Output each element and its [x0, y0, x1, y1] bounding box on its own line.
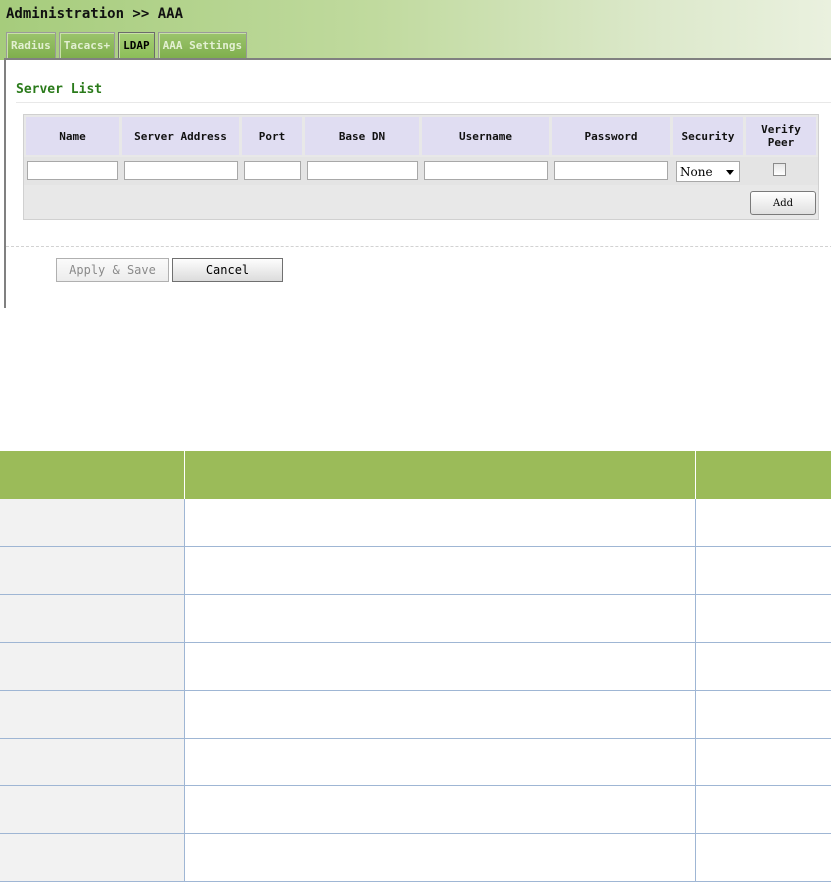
section-divider	[6, 246, 831, 247]
security-select[interactable]: None	[676, 161, 740, 182]
col-header-name: Name	[26, 117, 119, 155]
tab-radius[interactable]: Radius	[6, 32, 56, 58]
table-cell	[184, 690, 696, 739]
new-server-row: None	[24, 157, 818, 185]
breadcrumb: Administration >> AAA	[6, 6, 184, 22]
table-cell	[695, 738, 831, 787]
table-row	[0, 833, 831, 882]
cancel-button[interactable]: Cancel	[172, 258, 283, 282]
page-header: Administration >> AAA Radius Tacacs+ LDA…	[0, 0, 831, 60]
table-cell	[0, 833, 185, 882]
table-row	[0, 690, 831, 739]
security-select-value: None	[680, 164, 713, 179]
table-row	[0, 594, 831, 643]
table-cell	[0, 594, 185, 643]
title-divider	[16, 102, 831, 103]
tab-ldap[interactable]: LDAP	[118, 32, 155, 58]
password-input[interactable]	[554, 161, 668, 180]
table-cell	[184, 499, 696, 548]
tab-tacacs[interactable]: Tacacs+	[58, 32, 116, 58]
table-cell	[184, 642, 696, 691]
table-cell	[0, 546, 185, 596]
chevron-down-icon	[726, 170, 734, 175]
tab-bar: Radius Tacacs+ LDAP AAA Settings	[6, 32, 250, 58]
section-title: Server List	[16, 82, 103, 97]
table-header-cell	[695, 451, 831, 499]
col-header-port: Port	[242, 117, 302, 155]
table-cell	[184, 546, 696, 596]
table-cell	[695, 546, 831, 596]
col-header-server-address: Server Address	[122, 117, 239, 155]
col-header-username: Username	[422, 117, 549, 155]
table-cell	[0, 690, 185, 739]
col-header-verify-peer: Verify Peer	[746, 117, 816, 155]
base-dn-input[interactable]	[307, 161, 418, 180]
table-cell	[184, 594, 696, 643]
name-input[interactable]	[27, 161, 118, 180]
table-row	[0, 785, 831, 835]
table-cell	[0, 785, 185, 835]
col-header-security: Security	[673, 117, 743, 155]
table-cell	[695, 785, 831, 835]
col-header-password: Password	[552, 117, 670, 155]
col-header-base-dn: Base DN	[305, 117, 419, 155]
table-cell	[184, 738, 696, 787]
ldap-panel: Server List Name Server Address Port Bas…	[4, 58, 831, 308]
table-header-row	[0, 451, 831, 499]
table-cell	[184, 833, 696, 882]
table-cell	[0, 499, 185, 548]
server-address-input[interactable]	[124, 161, 238, 180]
table-row	[0, 738, 831, 787]
table-cell	[695, 833, 831, 882]
username-input[interactable]	[424, 161, 548, 180]
table-cell	[0, 642, 185, 691]
table-cell	[695, 642, 831, 691]
table-cell	[184, 785, 696, 835]
table-row	[0, 499, 831, 548]
table-row	[0, 546, 831, 596]
tab-aaa-settings[interactable]: AAA Settings	[157, 32, 248, 58]
verify-peer-checkbox[interactable]	[773, 163, 786, 176]
table-header-cell	[184, 451, 696, 499]
table-cell	[695, 499, 831, 548]
port-input[interactable]	[244, 161, 301, 180]
apply-save-button[interactable]: Apply & Save	[56, 258, 169, 282]
table-cell	[695, 594, 831, 643]
table-header-cell	[0, 451, 185, 499]
add-button[interactable]: Add	[750, 191, 816, 215]
server-list-table: Name Server Address Port Base DN Usernam…	[23, 114, 819, 220]
table-row	[0, 642, 831, 691]
table-cell	[0, 738, 185, 787]
empty-table	[0, 451, 831, 882]
table-cell	[695, 690, 831, 739]
